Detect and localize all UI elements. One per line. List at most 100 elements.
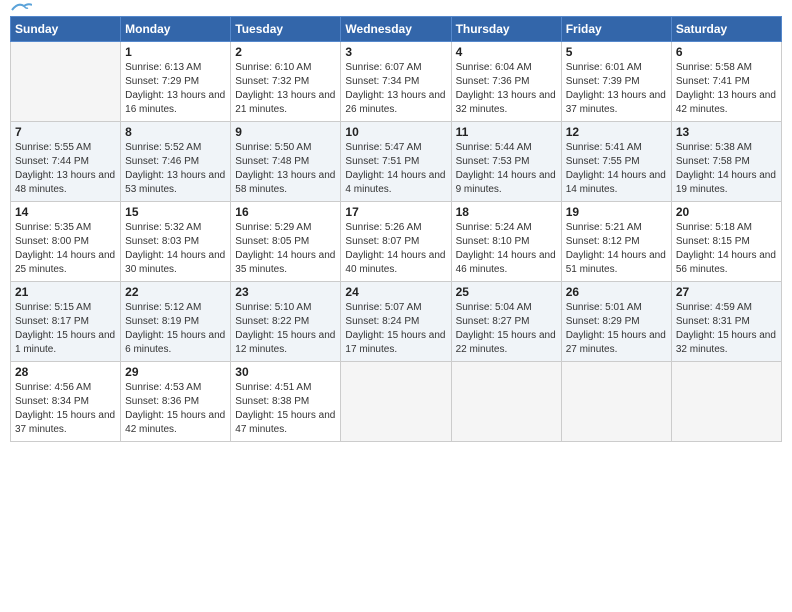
day-info: Sunrise: 4:56 AMSunset: 8:34 PMDaylight:… (15, 381, 116, 437)
weekday-header-saturday: Saturday (671, 17, 781, 42)
day-info: Sunrise: 5:50 AMSunset: 7:48 PMDaylight:… (235, 141, 336, 197)
calendar-cell: 13Sunrise: 5:38 AMSunset: 7:58 PMDayligh… (671, 122, 781, 202)
day-number: 18 (456, 205, 557, 219)
day-info: Sunrise: 5:18 AMSunset: 8:15 PMDaylight:… (676, 221, 777, 277)
day-number: 23 (235, 285, 336, 299)
day-number: 5 (566, 45, 667, 59)
day-number: 16 (235, 205, 336, 219)
day-number: 10 (345, 125, 446, 139)
weekday-header-sunday: Sunday (11, 17, 121, 42)
calendar-cell: 18 Sunrise: 5:24 AMSunset: 8:10 PMDayligh… (451, 202, 561, 282)
day-info: Sunrise: 5:26 AMSunset: 8:07 PMDaylight:… (345, 221, 446, 277)
day-info: Sunrise: 5:21 AMSunset: 8:12 PMDaylight:… (566, 221, 667, 277)
day-number: 1 (125, 45, 226, 59)
calendar-cell: 25 Sunrise: 5:04 AMSunset: 8:27 PMDayligh… (451, 282, 561, 362)
day-info: Sunrise: 6:04 AMSunset: 7:36 PMDaylight:… (456, 61, 557, 117)
day-info: Sunrise: 6:10 AMSunset: 7:32 PMDaylight:… (235, 61, 336, 117)
calendar-cell: 16 Sunrise: 5:29 AMSunset: 8:05 PMDayligh… (231, 202, 341, 282)
calendar-week-row: 14 Sunrise: 5:35 AMSunset: 8:00 PMDayligh… (11, 202, 782, 282)
calendar-cell: 26Sunrise: 5:01 AMSunset: 8:29 PMDayligh… (561, 282, 671, 362)
calendar-cell (671, 362, 781, 442)
calendar-cell: 20 Sunrise: 5:18 AMSunset: 8:15 PMDayligh… (671, 202, 781, 282)
day-number: 27 (676, 285, 777, 299)
calendar-cell: 22Sunrise: 5:12 AMSunset: 8:19 PMDayligh… (121, 282, 231, 362)
calendar-cell: 14 Sunrise: 5:35 AMSunset: 8:00 PMDayligh… (11, 202, 121, 282)
day-number: 17 (345, 205, 446, 219)
day-info: Sunrise: 5:10 AMSunset: 8:22 PMDaylight:… (235, 301, 336, 357)
calendar-cell (451, 362, 561, 442)
calendar-cell (11, 42, 121, 122)
day-number: 13 (676, 125, 777, 139)
day-info: Sunrise: 4:59 AMSunset: 8:31 PMDaylight:… (676, 301, 777, 357)
weekday-header-row: SundayMondayTuesdayWednesdayThursdayFrid… (11, 17, 782, 42)
day-number: 8 (125, 125, 226, 139)
day-info: Sunrise: 5:24 AMSunset: 8:10 PMDaylight:… (456, 221, 557, 277)
day-number: 25 (456, 285, 557, 299)
calendar-cell: 8 Sunrise: 5:52 AMSunset: 7:46 PMDaylight… (121, 122, 231, 202)
day-info: Sunrise: 5:32 AMSunset: 8:03 PMDaylight:… (125, 221, 226, 277)
day-number: 2 (235, 45, 336, 59)
day-info: Sunrise: 5:35 AMSunset: 8:00 PMDaylight:… (15, 221, 116, 277)
calendar-cell: 1 Sunrise: 6:13 AMSunset: 7:29 PMDaylight… (121, 42, 231, 122)
day-number: 11 (456, 125, 557, 139)
day-info: Sunrise: 6:01 AMSunset: 7:39 PMDaylight:… (566, 61, 667, 117)
day-info: Sunrise: 5:47 AMSunset: 7:51 PMDaylight:… (345, 141, 446, 197)
day-number: 3 (345, 45, 446, 59)
calendar-week-row: 1 Sunrise: 6:13 AMSunset: 7:29 PMDaylight… (11, 42, 782, 122)
day-number: 30 (235, 365, 336, 379)
calendar-cell: 23 Sunrise: 5:10 AMSunset: 8:22 PMDayligh… (231, 282, 341, 362)
calendar-cell: 28 Sunrise: 4:56 AMSunset: 8:34 PMDayligh… (11, 362, 121, 442)
day-number: 15 (125, 205, 226, 219)
day-info: Sunrise: 5:41 AMSunset: 7:55 PMDaylight:… (566, 141, 667, 197)
day-info: Sunrise: 6:13 AMSunset: 7:29 PMDaylight:… (125, 61, 226, 117)
day-number: 28 (15, 365, 116, 379)
calendar-cell: 11 Sunrise: 5:44 AMSunset: 7:53 PMDayligh… (451, 122, 561, 202)
day-info: Sunrise: 5:29 AMSunset: 8:05 PMDaylight:… (235, 221, 336, 277)
calendar-cell: 4 Sunrise: 6:04 AMSunset: 7:36 PMDaylight… (451, 42, 561, 122)
day-number: 24 (345, 285, 446, 299)
day-number: 19 (566, 205, 667, 219)
calendar-week-row: 21 Sunrise: 5:15 AMSunset: 8:17 PMDayligh… (11, 282, 782, 362)
day-number: 14 (15, 205, 116, 219)
calendar-cell: 3 Sunrise: 6:07 AMSunset: 7:34 PMDaylight… (341, 42, 451, 122)
calendar-cell: 6 Sunrise: 5:58 AMSunset: 7:41 PMDaylight… (671, 42, 781, 122)
calendar-cell: 27 Sunrise: 4:59 AMSunset: 8:31 PMDayligh… (671, 282, 781, 362)
day-number: 29 (125, 365, 226, 379)
day-info: Sunrise: 5:07 AMSunset: 8:24 PMDaylight:… (345, 301, 446, 357)
calendar-cell: 7 Sunrise: 5:55 AMSunset: 7:44 PMDaylight… (11, 122, 121, 202)
day-number: 20 (676, 205, 777, 219)
calendar-cell: 5 Sunrise: 6:01 AMSunset: 7:39 PMDaylight… (561, 42, 671, 122)
calendar-cell: 30Sunrise: 4:51 AMSunset: 8:38 PMDayligh… (231, 362, 341, 442)
weekday-header-friday: Friday (561, 17, 671, 42)
calendar-week-row: 28 Sunrise: 4:56 AMSunset: 8:34 PMDayligh… (11, 362, 782, 442)
calendar-cell: 19 Sunrise: 5:21 AMSunset: 8:12 PMDayligh… (561, 202, 671, 282)
calendar-cell: 15 Sunrise: 5:32 AMSunset: 8:03 PMDayligh… (121, 202, 231, 282)
logo-bird-icon (10, 2, 32, 16)
day-number: 7 (15, 125, 116, 139)
day-info: Sunrise: 5:58 AMSunset: 7:41 PMDaylight:… (676, 61, 777, 117)
calendar-cell (561, 362, 671, 442)
calendar-cell: 9Sunrise: 5:50 AMSunset: 7:48 PMDaylight… (231, 122, 341, 202)
calendar-cell: 2 Sunrise: 6:10 AMSunset: 7:32 PMDaylight… (231, 42, 341, 122)
day-info: Sunrise: 5:12 AMSunset: 8:19 PMDaylight:… (125, 301, 226, 357)
calendar-week-row: 7 Sunrise: 5:55 AMSunset: 7:44 PMDaylight… (11, 122, 782, 202)
calendar-cell: 29 Sunrise: 4:53 AMSunset: 8:36 PMDayligh… (121, 362, 231, 442)
weekday-header-monday: Monday (121, 17, 231, 42)
day-number: 4 (456, 45, 557, 59)
calendar-cell: 21 Sunrise: 5:15 AMSunset: 8:17 PMDayligh… (11, 282, 121, 362)
day-info: Sunrise: 5:15 AMSunset: 8:17 PMDaylight:… (15, 301, 116, 357)
day-number: 6 (676, 45, 777, 59)
calendar-table: SundayMondayTuesdayWednesdayThursdayFrid… (10, 16, 782, 442)
weekday-header-thursday: Thursday (451, 17, 561, 42)
day-info: Sunrise: 5:52 AMSunset: 7:46 PMDaylight:… (125, 141, 226, 197)
weekday-header-wednesday: Wednesday (341, 17, 451, 42)
weekday-header-tuesday: Tuesday (231, 17, 341, 42)
day-number: 21 (15, 285, 116, 299)
calendar-cell: 12Sunrise: 5:41 AMSunset: 7:55 PMDayligh… (561, 122, 671, 202)
day-info: Sunrise: 4:53 AMSunset: 8:36 PMDaylight:… (125, 381, 226, 437)
day-info: Sunrise: 5:44 AMSunset: 7:53 PMDaylight:… (456, 141, 557, 197)
day-info: Sunrise: 5:55 AMSunset: 7:44 PMDaylight:… (15, 141, 116, 197)
day-info: Sunrise: 5:01 AMSunset: 8:29 PMDaylight:… (566, 301, 667, 357)
day-info: Sunrise: 6:07 AMSunset: 7:34 PMDaylight:… (345, 61, 446, 117)
day-info: Sunrise: 5:04 AMSunset: 8:27 PMDaylight:… (456, 301, 557, 357)
